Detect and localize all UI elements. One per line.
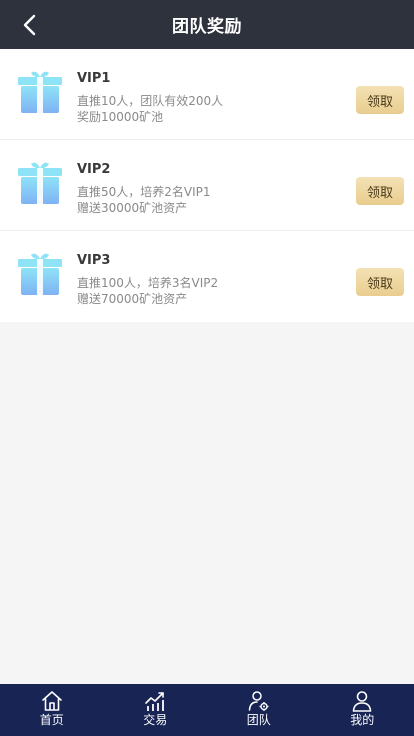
reward-info: VIP2 直推50人，培养2名VIP1 赠送30000矿池资产 — [77, 162, 211, 216]
back-button[interactable] — [14, 9, 46, 41]
claim-button[interactable]: 领取 — [356, 268, 404, 296]
app-root: 团队奖励 VIP1 直推10人，团队有效200人 奖励10000矿池 领取 VI… — [0, 0, 414, 736]
trade-chart-icon — [145, 692, 165, 711]
tab-label: 团队 — [246, 713, 271, 727]
reward-item-vip2: VIP2 直推50人，培养2名VIP1 赠送30000矿池资产 领取 — [0, 140, 414, 231]
reward-prize: 赠送30000矿池资产 — [77, 201, 188, 215]
user-icon — [352, 691, 372, 712]
reward-info: VIP3 直推100人，培养3名VIP2 赠送70000矿池资产 — [77, 253, 218, 307]
tab-team[interactable]: 团队 — [207, 684, 311, 736]
reward-condition: 直推10人，团队有效200人 — [77, 94, 224, 108]
reward-prize: 赠送70000矿池资产 — [77, 292, 188, 306]
gift-icon — [18, 253, 62, 295]
tab-label: 首页 — [39, 713, 64, 727]
reward-list: VIP1 直推10人，团队有效200人 奖励10000矿池 领取 VIP2 直推… — [0, 49, 414, 322]
tab-label: 交易 — [143, 713, 168, 727]
page-title: 团队奖励 — [172, 17, 242, 37]
vip-level-name: VIP3 — [77, 253, 111, 268]
tab-mine[interactable]: 我的 — [311, 684, 414, 736]
reward-item-vip1: VIP1 直推10人，团队有效200人 奖励10000矿池 领取 — [0, 49, 414, 140]
vip-level-name: VIP1 — [77, 71, 111, 86]
reward-condition: 直推100人，培养3名VIP2 — [77, 276, 219, 290]
vip-level-name: VIP2 — [77, 162, 111, 177]
chevron-left-icon — [23, 14, 36, 36]
bottom-tabbar: 首页 交易 团队 我的 — [0, 684, 414, 736]
home-icon — [41, 691, 62, 711]
tab-label: 我的 — [350, 713, 375, 727]
claim-button[interactable]: 领取 — [356, 177, 404, 205]
tab-home[interactable]: 首页 — [0, 684, 104, 736]
reward-info: VIP1 直推10人，团队有效200人 奖励10000矿池 — [77, 71, 223, 125]
team-icon — [248, 691, 269, 711]
gift-icon — [18, 71, 62, 113]
header-bar: 团队奖励 — [0, 0, 414, 49]
gift-icon — [18, 162, 62, 204]
reward-condition: 直推50人，培养2名VIP1 — [77, 185, 211, 199]
claim-button[interactable]: 领取 — [356, 86, 404, 114]
reward-item-vip3: VIP3 直推100人，培养3名VIP2 赠送70000矿池资产 领取 — [0, 231, 414, 322]
tab-trade[interactable]: 交易 — [104, 684, 208, 736]
reward-prize: 奖励10000矿池 — [77, 110, 164, 124]
